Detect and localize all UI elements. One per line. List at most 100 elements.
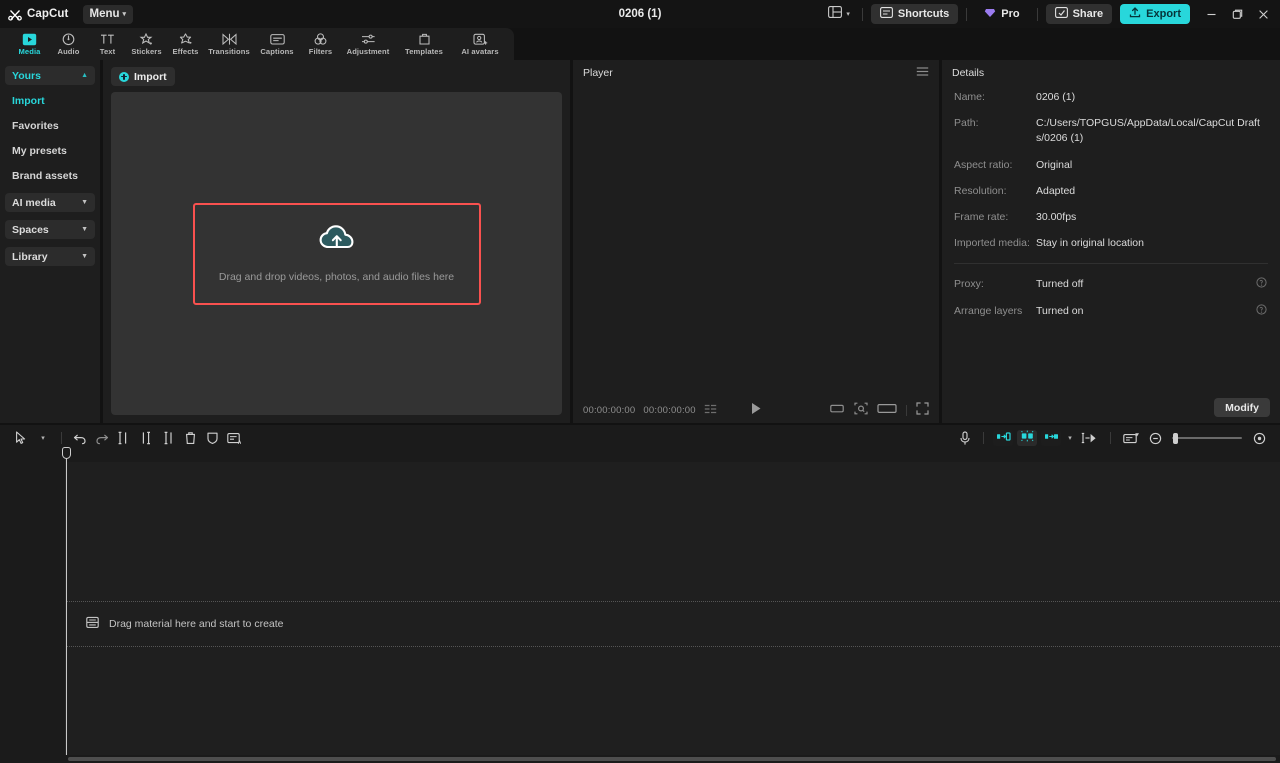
share-button[interactable]: Share [1045, 4, 1113, 24]
player-viewport[interactable] [573, 86, 939, 397]
undo-button[interactable] [69, 428, 91, 448]
layout-icon [828, 5, 843, 23]
sidebar-item-favorites[interactable]: Favorites [5, 113, 95, 138]
modify-button[interactable]: Modify [1214, 398, 1270, 417]
tab-templates[interactable]: Templates [396, 28, 452, 60]
close-button[interactable] [1250, 3, 1276, 25]
smart-trim-icon [1020, 429, 1035, 447]
auto-caption-button[interactable] [223, 428, 245, 448]
details-footer: Modify [942, 398, 1280, 417]
trim-right-button[interactable] [157, 428, 179, 448]
ai-avatars-icon [472, 33, 488, 46]
sidebar-group-label: AI media [12, 196, 56, 209]
delete-button[interactable] [179, 428, 201, 448]
widescreen-icon[interactable] [877, 403, 897, 417]
fullscreen-icon[interactable] [916, 402, 929, 418]
minimize-button[interactable] [1198, 3, 1224, 25]
divider [983, 432, 984, 444]
export-upload-icon [1129, 7, 1141, 21]
auto-cut-end-button[interactable] [1041, 430, 1061, 446]
zoom-out-button[interactable] [1144, 428, 1166, 448]
crop-icon[interactable] [854, 402, 868, 418]
tab-audio[interactable]: Audio [49, 28, 88, 60]
help-icon[interactable] [1256, 304, 1268, 320]
tab-captions[interactable]: Captions [253, 28, 301, 60]
sidebar-group-label: Spaces [12, 223, 49, 236]
slider-handle[interactable] [1173, 432, 1178, 444]
play-icon[interactable] [750, 402, 762, 418]
tab-effects[interactable]: Effects [166, 28, 205, 60]
auto-cut-end-icon [1044, 429, 1059, 447]
media-panel: Import Drag and drop videos, photos, and… [103, 60, 570, 423]
timeline-scrollbar[interactable] [0, 755, 1280, 763]
keyframe-panel-button[interactable] [1118, 428, 1144, 448]
chevron-down-icon: ▾ [1068, 434, 1072, 442]
aspect-ratio-icon[interactable] [829, 403, 845, 417]
tab-label: Filters [308, 46, 333, 56]
media-dropzone[interactable]: Drag and drop videos, photos, and audio … [192, 202, 481, 305]
player-title: Player [583, 67, 613, 79]
sidebar-item-my-presets[interactable]: My presets [5, 138, 95, 163]
tab-filters[interactable]: Filters [301, 28, 340, 60]
menu-label: Menu [89, 8, 120, 20]
tab-ai-avatars[interactable]: AI avatars [452, 28, 508, 60]
scrollbar-thumb[interactable] [68, 757, 1276, 761]
mirror-button[interactable] [201, 428, 223, 448]
divider [966, 7, 968, 21]
detail-key: Path: [954, 117, 979, 130]
tab-transitions[interactable]: Transitions [205, 28, 253, 60]
timeline-playhead[interactable] [62, 447, 71, 755]
pro-button[interactable]: Pro [975, 4, 1028, 24]
sidebar-group-ai-media[interactable]: AI media ▼ [5, 193, 95, 212]
playlist-icon[interactable] [704, 404, 717, 417]
sidebar-group-label: Library [12, 250, 48, 263]
sidebar-item-brand-assets[interactable]: Brand assets [5, 163, 95, 188]
detail-key: Arrange layers [954, 305, 1023, 318]
select-tool-button[interactable] [10, 428, 32, 448]
maximize-button[interactable] [1224, 3, 1250, 25]
sidebar-group-library[interactable]: Library ▼ [5, 247, 95, 266]
tab-media[interactable]: Media [10, 28, 49, 60]
split-button[interactable] [113, 428, 135, 448]
keyboard-icon [879, 7, 893, 21]
sidebar-group-yours[interactable]: Yours ▲ [5, 66, 95, 85]
hamburger-icon[interactable] [916, 66, 929, 80]
sidebar-item-import[interactable]: Import [5, 88, 95, 113]
help-icon[interactable] [1256, 276, 1268, 293]
shortcuts-button[interactable]: Shortcuts [870, 4, 959, 24]
plus-icon [119, 71, 129, 82]
sidebar-item-label: My presets [12, 144, 67, 157]
record-voiceover-button[interactable] [954, 428, 976, 448]
export-button[interactable]: Export [1120, 4, 1190, 24]
select-tool-dropdown[interactable]: ▾ [32, 428, 54, 448]
timeline-drop-track[interactable]: Drag material here and start to create [66, 601, 1280, 647]
trim-left-button[interactable] [135, 428, 157, 448]
divider [906, 404, 907, 416]
timeline-tracks[interactable]: Drag material here and start to create [62, 447, 1280, 755]
timeline-toolbar: ▾ ▾ [0, 425, 1280, 451]
zoom-in-button[interactable] [1248, 428, 1270, 448]
playhead-handle[interactable] [62, 447, 71, 459]
detail-row-imported-media: Imported media: Stay in original locatio… [954, 236, 1268, 251]
smart-trim-button[interactable] [1017, 430, 1037, 446]
detail-value: C:/Users/TOPGUS/AppData/Local/CapCut Dra… [1036, 117, 1260, 145]
timeline-zoom-slider[interactable] [1172, 431, 1242, 445]
media-library-canvas[interactable]: Drag and drop videos, photos, and audio … [111, 92, 562, 415]
auto-cut-start-button[interactable] [993, 430, 1013, 446]
link-cut-button[interactable] [1077, 428, 1103, 448]
tab-text[interactable]: Text [88, 28, 127, 60]
tab-label: Media [18, 46, 41, 56]
menu-button[interactable]: Menu ▾ [82, 4, 134, 24]
auto-cut-dropdown[interactable]: ▾ [1063, 428, 1077, 448]
layout-button[interactable]: ▾ [824, 2, 854, 26]
tab-stickers[interactable]: Stickers [127, 28, 166, 60]
sidebar-group-spaces[interactable]: Spaces ▼ [5, 220, 95, 239]
divider [61, 432, 62, 444]
titlebar-actions: ▾ Shortcuts Pro Share Export [824, 2, 1280, 26]
transitions-icon [221, 32, 237, 46]
tab-adjustment[interactable]: Adjustment [340, 28, 396, 60]
effects-icon [178, 32, 193, 46]
import-button[interactable]: Import [111, 67, 175, 86]
timeline-ruler[interactable] [66, 451, 1280, 462]
redo-button[interactable] [91, 428, 113, 448]
